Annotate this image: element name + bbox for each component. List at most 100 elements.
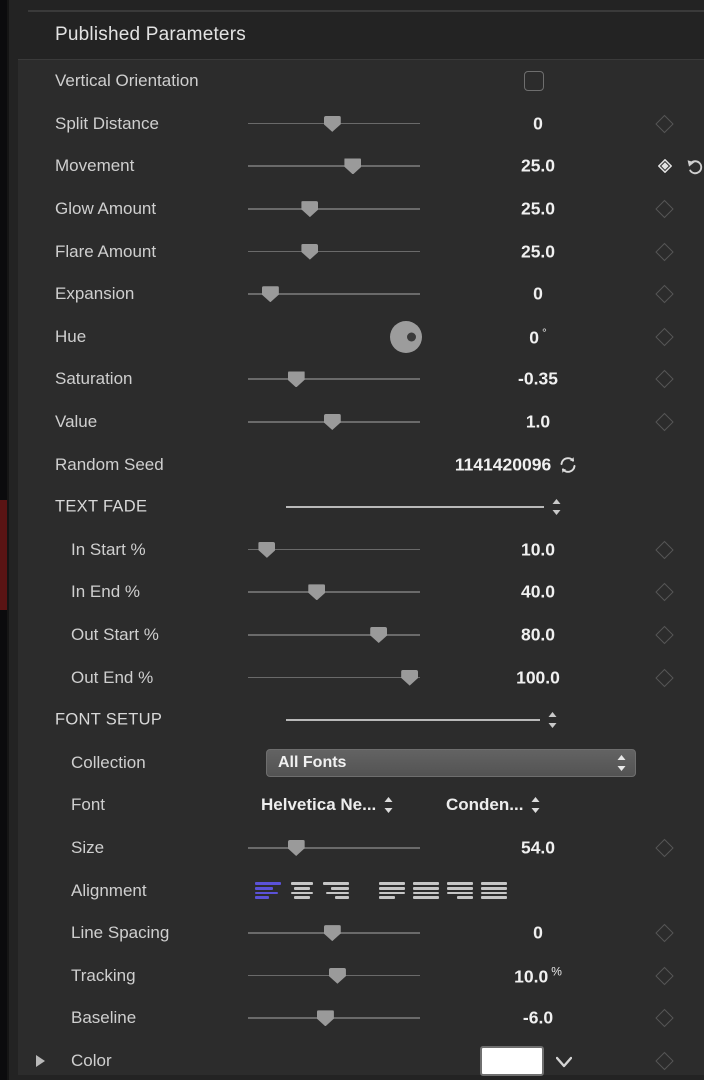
font-style-dropdown[interactable]: Conden... [446,795,541,815]
param-value[interactable]: 0 [458,284,618,305]
slider-baseline[interactable] [248,1010,420,1027]
slider-size[interactable] [248,839,420,856]
slider-out-end[interactable] [248,669,420,686]
font-family-dropdown-value: Helvetica Ne... [261,795,377,815]
keyframe-diamond-icon[interactable] [655,1009,674,1028]
param-value[interactable]: 25.0 [458,241,618,262]
align-center-icon[interactable] [289,880,315,902]
param-value[interactable]: 0 [458,923,618,944]
keyframe-diamond-icon[interactable] [655,199,674,219]
slider-knob[interactable] [401,669,419,686]
param-value-number: 100.0 [516,667,560,688]
slider-saturation[interactable] [248,371,420,388]
slider-knob[interactable] [287,371,305,388]
param-value[interactable]: 10.0% [458,964,618,987]
slider-knob[interactable] [344,158,362,175]
keyframe-diamond-icon[interactable] [655,625,674,645]
param-value[interactable]: 40.0 [458,582,618,603]
keyframe-diamond-icon[interactable] [655,285,674,304]
chevron-up-down-icon[interactable] [551,498,562,516]
param-value-number: 40.0 [520,581,556,602]
keyframe-diamond-icon[interactable] [655,668,674,687]
slider-knob[interactable] [261,286,279,303]
keyframe-diamond-icon[interactable] [655,114,674,134]
reset-arrow-icon[interactable] [686,157,704,175]
slider-knob[interactable] [316,1010,334,1027]
keyframe-diamond-active-icon[interactable] [657,159,673,174]
param-value[interactable]: 10.0 [458,539,618,560]
keyframe-diamond-icon[interactable] [655,583,674,602]
align-top-right-icon[interactable] [447,880,473,902]
slider-movement[interactable] [248,158,420,175]
param-label: Saturation [55,369,133,389]
slider-track [248,846,420,849]
param-value[interactable]: 25.0 [458,199,618,220]
align-top-left-icon[interactable] [379,880,405,902]
slider-knob[interactable] [328,967,346,984]
hue-wheel-handle[interactable] [407,332,416,342]
align-right-icon[interactable] [323,880,349,902]
slider-split-distance[interactable] [248,115,420,132]
slider-knob[interactable] [308,584,326,601]
chevron-up-down-icon[interactable] [547,711,558,729]
slider-glow-amount[interactable] [248,201,420,218]
color-swatch[interactable] [480,1045,544,1076]
align-justify-icon[interactable] [481,880,507,902]
collection-dropdown[interactable]: All Fonts [266,748,636,777]
keyframe-diamond-icon[interactable] [655,242,674,261]
disclosure-triangle-icon[interactable] [36,1054,45,1067]
slider-knob[interactable] [323,115,341,132]
refresh-icon[interactable] [558,455,578,475]
slider-knob[interactable] [323,414,341,431]
param-value[interactable]: 0 [458,113,618,134]
param-row-in-end: In End % 40.0 [18,571,704,614]
keyframe-diamond-icon[interactable] [655,838,674,858]
font-family-dropdown[interactable]: Helvetica Ne... [261,795,394,815]
slider-value[interactable] [248,414,420,431]
param-row-value: Value 1.0 [18,401,704,444]
hue-wheel-control[interactable] [390,320,422,353]
slider-in-start[interactable] [248,541,420,558]
param-value[interactable]: 54.0 [458,837,618,858]
param-label: Expansion [55,284,135,304]
param-value[interactable]: 1141420096 [388,454,618,475]
slider-out-start[interactable] [248,627,420,644]
param-row-baseline: Baseline -6.0 [18,997,704,1040]
param-label: In End % [71,582,140,602]
param-value[interactable]: 0 ° [458,325,618,348]
checkbox-vertical-orientation[interactable] [524,71,544,92]
param-value[interactable]: 1.0 [458,412,618,433]
chevron-down-icon[interactable] [555,1055,573,1068]
slider-flare-amount[interactable] [248,243,420,260]
param-value[interactable]: 25.0 [458,156,618,177]
keyframe-diamond-icon[interactable] [655,1051,674,1071]
slider-knob[interactable] [323,925,341,942]
align-top-center-icon[interactable] [413,880,439,902]
param-label: Line Spacing [71,923,170,943]
slider-knob[interactable] [287,839,305,856]
param-value[interactable]: -0.35 [458,369,618,390]
slider-knob[interactable] [258,541,276,558]
slider-knob[interactable] [301,201,319,218]
param-row-split-distance: Split Distance 0 [18,103,704,146]
slider-knob[interactable] [370,627,388,644]
keyframe-diamond-icon[interactable] [655,327,674,347]
slider-tracking[interactable] [248,967,420,984]
param-value[interactable]: -6.0 [458,1008,618,1029]
slider-expansion[interactable] [248,286,420,303]
keyframe-diamond-icon[interactable] [655,370,674,389]
slider-knob[interactable] [301,243,319,260]
param-value[interactable]: 80.0 [458,625,618,646]
param-value[interactable]: 100.0 [458,667,618,688]
keyframe-diamond-icon[interactable] [655,540,674,560]
keyframe-diamond-icon[interactable] [655,923,674,943]
param-row-color: Color [18,1040,704,1080]
alignment-button-group [255,880,515,902]
keyframe-diamond-icon[interactable] [655,966,674,985]
param-label: Vertical Orientation [55,71,199,91]
param-value-number: 10.0 [520,539,556,560]
slider-in-end[interactable] [248,584,420,601]
align-left-icon[interactable] [255,880,281,902]
slider-line-spacing[interactable] [248,925,420,942]
keyframe-diamond-icon[interactable] [655,412,674,432]
